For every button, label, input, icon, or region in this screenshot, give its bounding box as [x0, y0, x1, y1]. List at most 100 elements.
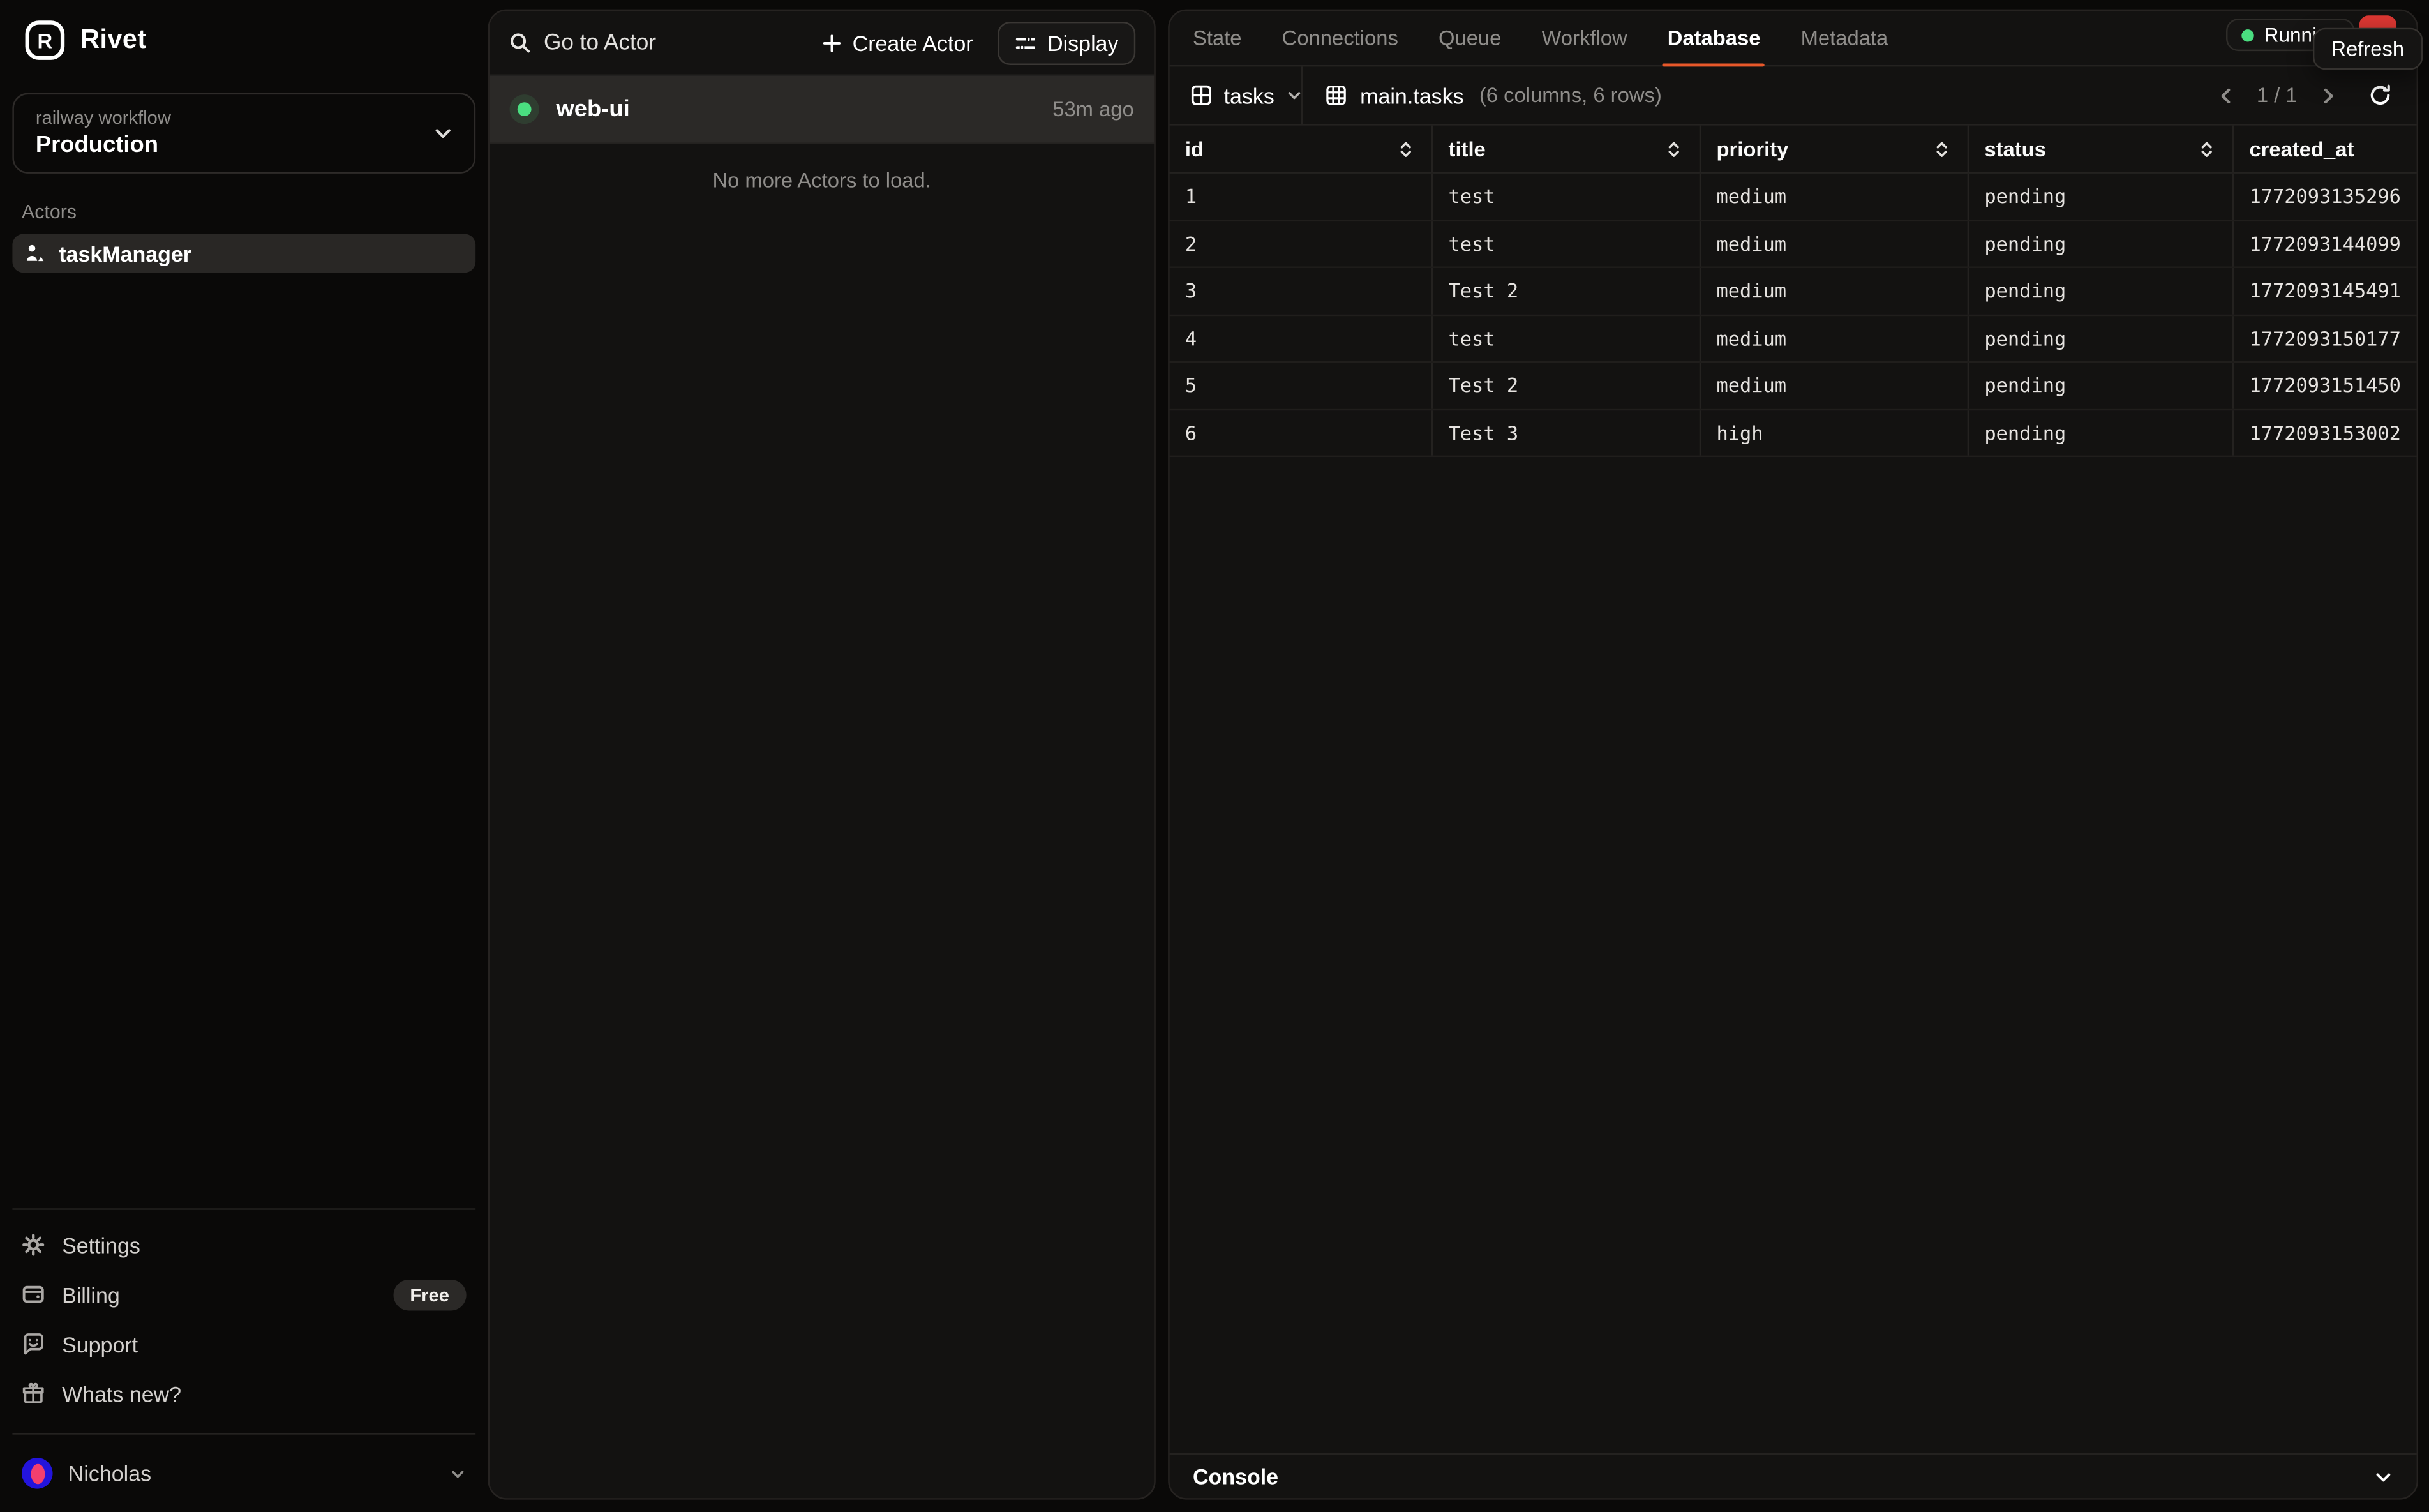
- sidebar-item-taskmanager[interactable]: taskManager: [12, 234, 475, 273]
- cell-title: Test 2: [1433, 268, 1701, 314]
- sidebar-item-label: Settings: [62, 1232, 140, 1257]
- database-toolbar: tasks main.tasks (6 columns, 6 rows): [1170, 66, 2417, 125]
- cell-status: pending: [1969, 268, 2234, 314]
- display-label: Display: [1047, 30, 1118, 55]
- create-actor-label: Create Actor: [853, 30, 973, 55]
- divider: [12, 1433, 475, 1434]
- cell-created-at: 1772093151450: [2234, 363, 2416, 408]
- cell-created-at: 1772093135296: [2234, 174, 2416, 220]
- sort-icon: [1932, 138, 1952, 159]
- project-selector[interactable]: railway workflow Production: [12, 93, 475, 174]
- create-actor-button[interactable]: Create Actor: [809, 24, 985, 61]
- column-header-id[interactable]: id: [1170, 126, 1433, 172]
- next-page-button[interactable]: [2314, 81, 2342, 109]
- column-header-status[interactable]: status: [1969, 126, 2234, 172]
- refresh-button[interactable]: [2365, 80, 2395, 110]
- search-icon: [508, 31, 531, 54]
- tab-state[interactable]: State: [1193, 11, 1242, 65]
- sidebar-item-settings[interactable]: Settings: [12, 1229, 475, 1261]
- cell-status: pending: [1969, 174, 2234, 220]
- sidebar-item-whats-new[interactable]: Whats new?: [12, 1377, 475, 1410]
- cell-created-at: 1772093150177: [2234, 315, 2416, 361]
- project-selector-label: railway workflow: [36, 107, 452, 128]
- brand-name: Rivet: [80, 25, 146, 56]
- sort-icon: [1396, 138, 1416, 159]
- sort-icon: [1664, 138, 1684, 159]
- display-button[interactable]: Display: [998, 21, 1135, 64]
- cell-id: 5: [1170, 363, 1433, 408]
- cell-created-at: 1772093144099: [2234, 221, 2416, 267]
- detail-tabbar: State Connections Queue Workflow Databas…: [1170, 11, 2417, 66]
- cell-title: test: [1433, 315, 1701, 361]
- actor-detail-panel: State Connections Queue Workflow Databas…: [1168, 10, 2418, 1500]
- sidebar-item-label: Support: [62, 1331, 138, 1356]
- table-meta: (6 columns, 6 rows): [1479, 84, 1662, 107]
- table-row[interactable]: 2 test medium pending 1772093144099: [1170, 221, 2417, 268]
- cell-id: 4: [1170, 315, 1433, 361]
- prev-page-button[interactable]: [2212, 81, 2240, 109]
- table-row[interactable]: 4 test medium pending 1772093150177: [1170, 315, 2417, 363]
- cell-status: pending: [1969, 315, 2234, 361]
- cell-priority: medium: [1701, 315, 1969, 361]
- table-empty-area: [1170, 457, 2417, 1453]
- chat-smile-icon: [22, 1332, 45, 1355]
- chevron-down-icon: [2373, 1466, 2394, 1486]
- avatar: [22, 1458, 53, 1489]
- cell-priority: high: [1701, 410, 1969, 456]
- column-label: id: [1185, 137, 1204, 160]
- table-selector-dropdown[interactable]: tasks: [1170, 66, 1303, 124]
- column-header-title[interactable]: title: [1433, 126, 1701, 172]
- actor-name: web-ui: [556, 96, 629, 122]
- actor-search-row: Create Actor Display: [490, 11, 1154, 76]
- pagination: 1 / 1: [2212, 66, 2417, 124]
- tab-database[interactable]: Database: [1668, 11, 1761, 65]
- tab-metadata[interactable]: Metadata: [1801, 11, 1888, 65]
- actor-icon: [23, 242, 46, 265]
- sidebar-spacer: [12, 273, 475, 1196]
- chevron-down-icon: [1285, 87, 1303, 104]
- tab-connections[interactable]: Connections: [1282, 11, 1398, 65]
- project-selector-value: Production: [36, 131, 452, 158]
- column-header-created-at[interactable]: created_at: [2234, 126, 2416, 172]
- plus-icon: [821, 32, 843, 54]
- actors-section-label: Actors: [22, 202, 467, 223]
- cell-title: test: [1433, 221, 1701, 267]
- sidebar-item-support[interactable]: Support: [12, 1328, 475, 1360]
- running-dot-icon: [2241, 29, 2253, 41]
- table-grid-icon: [1190, 84, 1213, 107]
- cell-priority: medium: [1701, 174, 1969, 220]
- column-header-priority[interactable]: priority: [1701, 126, 1969, 172]
- cell-id: 2: [1170, 221, 1433, 267]
- actor-last-seen: 53m ago: [1052, 98, 1134, 121]
- tab-workflow[interactable]: Workflow: [1542, 11, 1627, 65]
- svg-text:R: R: [38, 29, 53, 53]
- actor-list-item-web-ui[interactable]: web-ui 53m ago: [490, 76, 1154, 144]
- table-header-row: id title priority status created_at: [1170, 126, 2417, 174]
- sidebar-item-billing[interactable]: Billing Free: [12, 1278, 475, 1311]
- table-row[interactable]: 6 Test 3 high pending 1772093153002: [1170, 410, 2417, 457]
- column-label: status: [1984, 137, 2046, 160]
- plan-badge: Free: [393, 1279, 467, 1310]
- cell-status: pending: [1969, 363, 2234, 408]
- column-label: priority: [1716, 137, 1788, 160]
- cell-id: 6: [1170, 410, 1433, 456]
- search-input[interactable]: [544, 30, 796, 55]
- table-row[interactable]: 1 test medium pending 1772093135296: [1170, 174, 2417, 221]
- rivet-logo-icon: R: [25, 20, 65, 61]
- column-label: created_at: [2249, 137, 2354, 160]
- refresh-tooltip: Refresh: [2312, 28, 2423, 70]
- console-label: Console: [1193, 1464, 1278, 1489]
- status-dot-icon: [510, 94, 539, 124]
- sidebar: R Rivet railway workflow Production Acto…: [0, 0, 488, 1512]
- cell-id: 1: [1170, 174, 1433, 220]
- tab-queue[interactable]: Queue: [1439, 11, 1501, 65]
- cell-status: pending: [1969, 221, 2234, 267]
- sidebar-item-label: Whats new?: [62, 1381, 181, 1406]
- table-row[interactable]: 3 Test 2 medium pending 1772093145491: [1170, 268, 2417, 315]
- table-row[interactable]: 5 Test 2 medium pending 1772093151450: [1170, 363, 2417, 410]
- table-full-name: main.tasks: [1360, 83, 1463, 108]
- cell-id: 3: [1170, 268, 1433, 314]
- chevron-down-icon: [432, 123, 454, 144]
- console-toggle[interactable]: Console: [1170, 1453, 2417, 1498]
- user-menu[interactable]: Nicholas: [12, 1447, 475, 1493]
